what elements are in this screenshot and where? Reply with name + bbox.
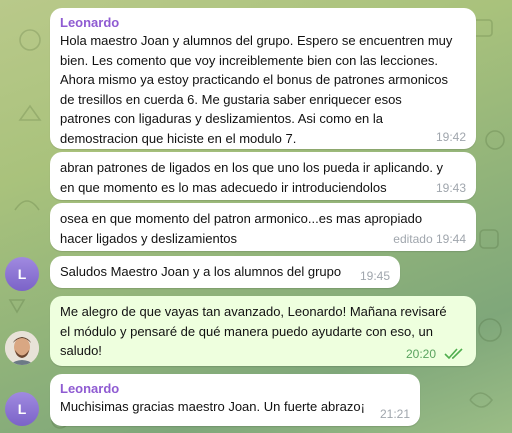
message-bubble[interactable]: abran patrones de ligados en los que uno… xyxy=(50,152,476,200)
message-text: abran patrones de ligados en los que uno… xyxy=(60,160,444,195)
message-text: Saludos Maestro Joan y a los alumnos del… xyxy=(60,264,342,279)
message-time: 19:43 xyxy=(435,181,466,195)
message-time: 21:21 xyxy=(379,407,410,421)
message-bubble[interactable]: Leonardo Muchisimas gracias maestro Joan… xyxy=(50,374,420,426)
profile-photo-icon xyxy=(5,331,39,365)
message-sender[interactable]: Leonardo xyxy=(60,380,410,397)
message-bubble[interactable]: Leonardo Hola maestro Joan y alumnos del… xyxy=(50,8,476,149)
message-text: Hola maestro Joan y alumnos del grupo. E… xyxy=(60,33,453,146)
user-avatar-photo[interactable] xyxy=(5,331,39,365)
message-bubble[interactable]: Saludos Maestro Joan y a los alumnos del… xyxy=(50,256,400,288)
message-time: 19:45 xyxy=(359,269,390,283)
message-text: Muchisimas gracias maestro Joan. Un fuer… xyxy=(60,399,365,414)
double-check-icon xyxy=(444,348,463,360)
message-time: 20:20 xyxy=(405,347,436,361)
user-avatar[interactable]: L xyxy=(5,257,39,291)
message-time: 19:42 xyxy=(435,130,466,144)
user-avatar[interactable]: L xyxy=(5,392,39,426)
message-bubble[interactable]: osea en que momento del patron armonico.… xyxy=(50,203,476,251)
outgoing-message-bubble[interactable]: Me alegro de que vayas tan avanzado, Leo… xyxy=(50,296,476,366)
message-edited-time: editado 19:44 xyxy=(393,232,466,246)
message-sender[interactable]: Leonardo xyxy=(60,14,466,31)
